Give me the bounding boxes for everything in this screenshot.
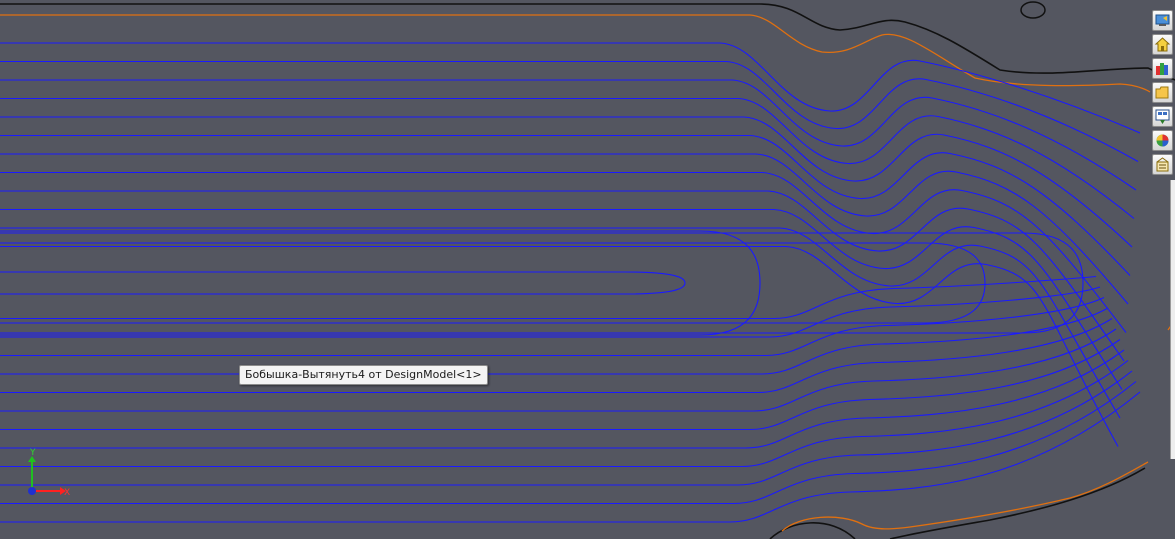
solidworks-resources-icon xyxy=(1155,14,1170,26)
toolpath-line xyxy=(0,208,1123,390)
toolpath-line xyxy=(0,171,1127,333)
triad-x-label: X xyxy=(64,488,70,498)
custom-properties-icon xyxy=(1156,157,1169,172)
toolpath-line xyxy=(0,297,1105,357)
file-explorer-folder-icon xyxy=(1155,86,1169,99)
file-explorer-button[interactable] xyxy=(1152,82,1173,103)
triad-origin xyxy=(28,487,36,495)
coordinate-triad: X Y xyxy=(28,448,70,498)
toolpath-line xyxy=(0,42,1141,134)
home-icon xyxy=(1154,37,1171,52)
task-pane-edge xyxy=(1170,180,1175,459)
hole-edge xyxy=(1020,1,1046,19)
toolpath-line xyxy=(0,245,1119,447)
appearances-icon xyxy=(1156,134,1169,147)
triad-y-label: Y xyxy=(29,448,36,458)
toolpath-line xyxy=(0,153,1129,305)
part-edge-bottom xyxy=(769,467,1146,539)
graphics-viewport[interactable]: X Y xyxy=(0,0,1175,539)
toolpath-line xyxy=(0,307,1109,375)
toolpath-line xyxy=(0,271,686,295)
boundary-bottom xyxy=(781,461,1149,532)
design-library-icon xyxy=(1156,63,1168,75)
solidworks-resources-button[interactable] xyxy=(1152,10,1173,31)
toolpath-line xyxy=(0,242,986,324)
home-button[interactable] xyxy=(1152,34,1173,55)
view-palette-icon xyxy=(1155,109,1170,124)
design-library-button[interactable] xyxy=(1152,58,1173,79)
feature-tooltip: Бобышка-Вытянуть4 от DesignModel<1> xyxy=(239,365,488,385)
custom-properties-button[interactable] xyxy=(1152,154,1173,175)
toolpath-drawing: X Y xyxy=(0,1,1175,539)
toolpath-line xyxy=(0,275,1097,320)
toolpath-line xyxy=(0,60,1139,162)
appearances-button[interactable] xyxy=(1152,130,1173,151)
toolpath-line xyxy=(0,134,1131,276)
toolpath-group xyxy=(0,42,1141,523)
view-palette-button[interactable] xyxy=(1152,106,1173,127)
toolpath-line xyxy=(0,339,1121,431)
toolpath-line xyxy=(0,349,1125,449)
